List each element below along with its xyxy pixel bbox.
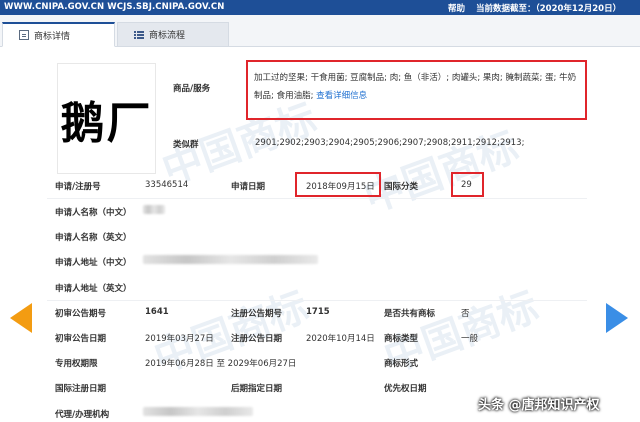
previous-arrow-icon[interactable] — [10, 303, 32, 333]
redacted-address-cn — [143, 255, 318, 264]
prelim-date-value: 2019年03月27日 — [145, 334, 214, 344]
similar-group-value: 2901;2902;2903;2904;2905;2906;2907;2908;… — [255, 138, 525, 148]
reg-no-label: 申请/注册号 — [55, 182, 101, 192]
goods-services-text: 加工过的坚果; 干食用菌; 豆腐制品; 肉; 鱼（非活）; 肉罐头; 果肉; 腌… — [254, 73, 577, 101]
reg-issue-no-label: 注册公告期号 — [231, 309, 283, 319]
row-divider — [47, 198, 587, 199]
reg-date-value: 2020年10月14日 — [306, 334, 375, 344]
tab-label: 商标流程 — [149, 31, 186, 41]
address-cn-label: 申请人地址（中文） — [55, 258, 132, 268]
tab-trademark-detail[interactable]: 商标详情 — [2, 22, 115, 47]
prelim-issue-no-label: 初审公告期号 — [55, 309, 107, 319]
tm-form-label: 商标形式 — [384, 359, 419, 369]
reg-date-label: 注册公告日期 — [231, 334, 283, 344]
site-url: WWW.CNIPA.GOV.CN WCJS.SBJ.CNIPA.GOV.CN — [4, 2, 225, 12]
similar-group-label: 类似群 — [173, 140, 199, 150]
exclusive-period-label: 专用权期限 — [55, 359, 98, 369]
row-divider — [47, 300, 587, 301]
tab-bar: 商标详情 商标流程 — [0, 15, 640, 47]
reg-no-value: 33546514 — [145, 180, 189, 190]
reg-issue-no-value: 1715 — [306, 307, 330, 317]
exclusive-period-value: 2019年06月28日 至 2029年06月27日 — [145, 359, 297, 369]
intl-reg-date-label: 国际注册日期 — [55, 384, 107, 394]
prelim-date-label: 初审公告日期 — [55, 334, 107, 344]
tab-label: 商标详情 — [34, 31, 71, 42]
goods-services-box: 加工过的坚果; 干食用菌; 豆腐制品; 肉; 鱼（非活）; 肉罐头; 果肉; 腌… — [246, 60, 587, 120]
help-link[interactable]: 帮助 — [448, 2, 465, 14]
app-date-value: 2018年09月15日 — [306, 182, 375, 192]
trademark-image: 鹅厂 — [57, 63, 156, 174]
applicant-cn-label: 申请人名称（中文） — [55, 208, 132, 218]
tab-trademark-process[interactable]: 商标流程 — [117, 22, 229, 47]
intl-class-value: 29 — [461, 180, 472, 190]
tm-type-label: 商标类型 — [384, 334, 419, 344]
redacted-applicant-cn — [143, 205, 165, 214]
intl-class-label: 国际分类 — [384, 182, 419, 192]
source-credit: 头条 @唐邦知识产权 — [478, 398, 600, 413]
shared-tm-value: 否 — [461, 309, 470, 319]
document-icon — [19, 30, 29, 40]
watermark: 中国商标 — [355, 114, 525, 223]
applicant-en-label: 申请人名称（英文） — [55, 233, 132, 243]
data-cutoff-date: 当前数据截至：（2020年12月20日） — [476, 4, 622, 14]
trademark-logo-text: 鹅厂 — [60, 97, 153, 149]
later-designation-date-label: 后期指定日期 — [231, 384, 283, 394]
agent-label: 代理/办理机构 — [55, 410, 110, 420]
next-arrow-icon[interactable] — [606, 303, 628, 333]
top-bar: WWW.CNIPA.GOV.CN WCJS.SBJ.CNIPA.GOV.CN 帮… — [0, 0, 640, 15]
tm-type-value: 一般 — [461, 334, 479, 344]
list-icon — [134, 30, 144, 40]
shared-tm-label: 是否共有商标 — [384, 309, 436, 319]
prelim-issue-no-value: 1641 — [145, 307, 169, 317]
redacted-agent — [143, 407, 253, 416]
priority-date-label: 优先权日期 — [384, 384, 427, 394]
address-en-label: 申请人地址（英文） — [55, 284, 132, 294]
view-details-link[interactable]: 查看详细信息 — [316, 91, 367, 101]
app-date-label: 申请日期 — [231, 182, 266, 192]
goods-services-label: 商品/服务 — [173, 84, 211, 94]
